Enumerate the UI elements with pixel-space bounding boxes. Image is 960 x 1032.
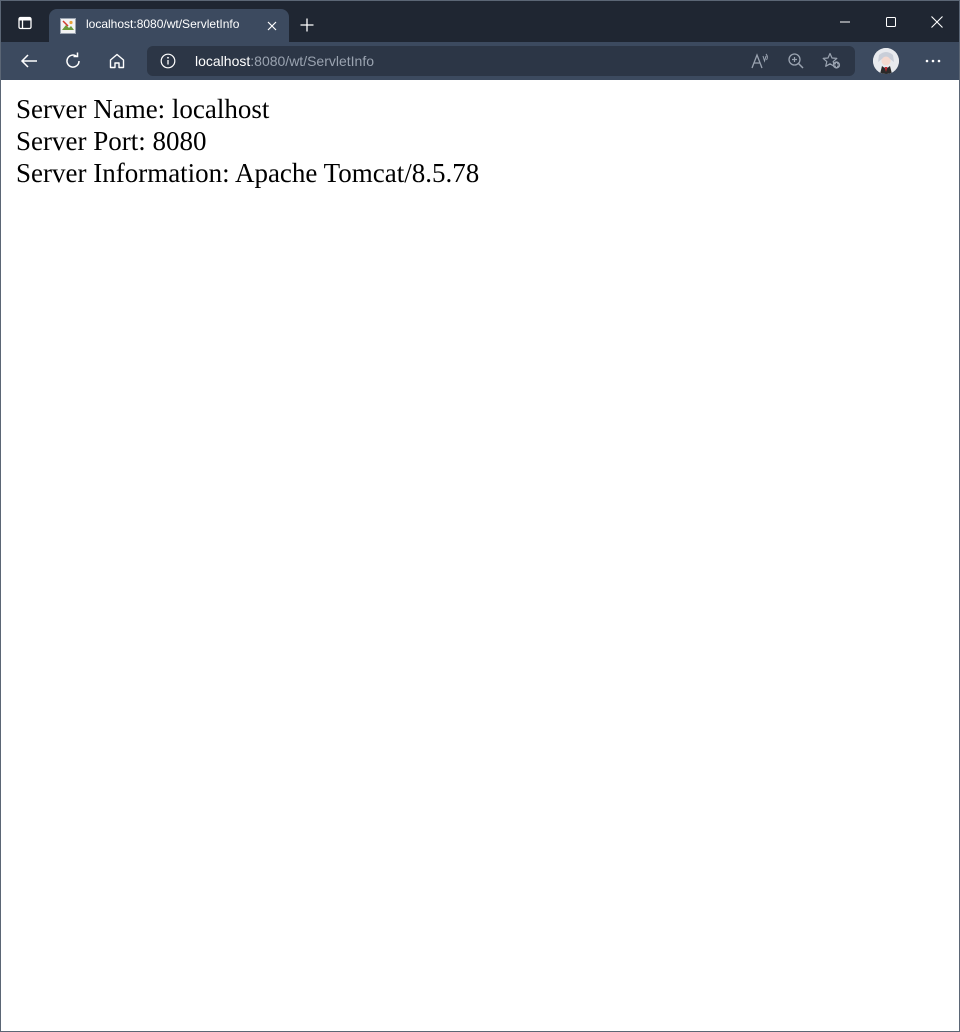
close-icon xyxy=(931,15,943,28)
browser-toolbar: localhost:8080/wt/ServletInfo xyxy=(1,42,959,80)
home-icon xyxy=(109,53,125,69)
zoom-in-icon[interactable] xyxy=(785,51,807,71)
new-tab-button[interactable] xyxy=(293,11,321,39)
refresh-icon xyxy=(66,52,80,68)
home-button[interactable] xyxy=(101,45,133,77)
tab-title: localhost:8080/wt/ServletInfo xyxy=(86,17,240,31)
read-aloud-icon[interactable] xyxy=(749,51,771,71)
tab-actions-button[interactable] xyxy=(9,9,41,41)
back-button[interactable] xyxy=(13,45,45,77)
active-tab[interactable]: localhost:8080/wt/ServletInfo xyxy=(49,9,289,42)
maximize-button[interactable] xyxy=(868,1,914,42)
server-port-line: Server Port: 8080 xyxy=(16,126,207,156)
window-close-button[interactable] xyxy=(914,1,959,42)
browser-window: localhost:8080/wt/ServletInfo localhost:… xyxy=(0,0,960,1032)
server-information-line: Server Information: Apache Tomcat/8.5.78 xyxy=(16,158,480,188)
url-text[interactable]: localhost:8080/wt/ServletInfo xyxy=(195,53,374,69)
page-content: Server Name: localhost Server Port: 8080… xyxy=(1,80,959,1031)
more-icon xyxy=(925,59,941,63)
add-favorite-icon[interactable] xyxy=(821,51,843,71)
url-path: :8080/wt/ServletInfo xyxy=(250,53,375,69)
minimize-button[interactable] xyxy=(822,1,868,42)
more-button[interactable] xyxy=(917,45,949,77)
address-bar[interactable]: localhost:8080/wt/ServletInfo xyxy=(147,46,855,76)
server-name-line: Server Name: localhost xyxy=(16,94,270,124)
url-host: localhost xyxy=(195,53,251,69)
maximize-icon xyxy=(886,16,896,27)
title-bar: localhost:8080/wt/ServletInfo xyxy=(1,1,959,42)
broken-image-icon xyxy=(60,18,76,34)
tab-close-button[interactable] xyxy=(263,17,281,35)
info-icon[interactable] xyxy=(159,52,177,70)
refresh-button[interactable] xyxy=(57,45,89,77)
back-arrow-icon xyxy=(20,54,37,68)
profile-avatar[interactable] xyxy=(873,48,899,74)
minimize-icon xyxy=(840,21,850,22)
tab-actions-icon xyxy=(17,15,33,35)
close-icon xyxy=(267,21,277,31)
plus-icon xyxy=(300,18,314,32)
server-info-block: Server Name: localhost Server Port: 8080… xyxy=(16,93,479,189)
